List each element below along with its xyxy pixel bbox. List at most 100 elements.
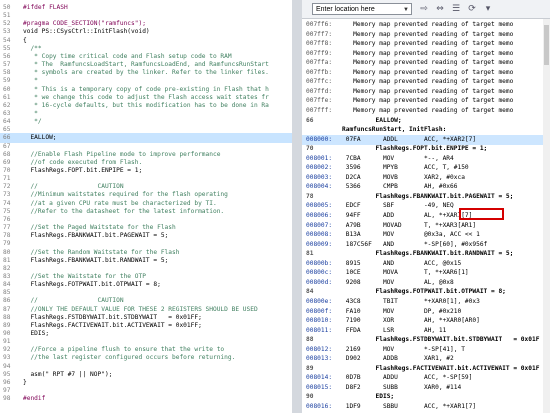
address: 78: [306, 192, 314, 200]
disassembly-line[interactable]: 008013: D902 ADDB XAR1, #2: [302, 354, 550, 364]
disassembly-line[interactable]: 007ff6: Memory map prevented reading of …: [302, 20, 550, 30]
code-text: //Enable Flash Pipeline mode to improve …: [23, 150, 221, 158]
address: 007ff8:: [306, 40, 333, 48]
highlight-box: [459, 208, 504, 220]
code-text: FlashRegs.FACTIVEWAIT.bit.ACTIVEWAIT = 0…: [23, 321, 202, 329]
instruction-text: EDIS;: [342, 393, 395, 401]
source-line[interactable]: 81 FlashRegs.FBANKWAIT.bit.RANDWAIT = 5;: [302, 249, 550, 259]
disassembly-line[interactable]: 008008: B13A MOV @0x3a, ACC << 1: [302, 230, 550, 240]
disassembly-line[interactable]: 008015: D8F2 SUBB XAR0, #114: [302, 383, 550, 393]
go-to-location-icon[interactable]: ⇨: [418, 3, 430, 15]
instruction-text: 7190 XOR AH, *+XAR0[AR0]: [342, 317, 480, 325]
source-editor[interactable]: 50 #ifdef FLASH 51 52 #pragma CODE_SECTION("…: [0, 0, 293, 413]
address: 007ffa:: [306, 59, 333, 67]
code-text: * symbols are created by the linker. Ref…: [23, 69, 269, 77]
address: 008016:: [306, 403, 333, 410]
pane-divider[interactable]: [292, 0, 302, 413]
source-line[interactable]: 88 FlashRegs.FSTDBYWAIT.bit.STDBYWAIT = …: [302, 335, 550, 345]
disassembly-line[interactable]: 00800d: 9208 MOV AL, @0x8: [302, 278, 550, 288]
address: 00800e:: [306, 297, 333, 305]
function-label[interactable]: RamfuncsRunStart, InitFlash:: [302, 125, 550, 135]
disassembly-line[interactable]: 008006: 94FF ADD AL, *+XAR7[7]: [302, 211, 550, 221]
address: 008010:: [306, 317, 333, 325]
address: 008007:: [306, 221, 333, 229]
instruction-text: Memory map prevented reading of target m…: [342, 68, 514, 76]
address: 008002:: [306, 164, 333, 172]
disassembly-line[interactable]: 008014: 0D7B ADDU ACC, *-SP[59]: [302, 373, 550, 383]
code-text: {: [23, 36, 27, 44]
address: 008013:: [306, 355, 333, 363]
source-line[interactable]: 66 EALLOW;: [302, 116, 550, 126]
instruction-text: A79B MOVAD T, *+XAR3[AR1]: [342, 221, 477, 229]
instruction-text: 10CE MOVA T, *+XAR6[1]: [342, 269, 469, 277]
disassembly-line[interactable]: 008003: D2CA MOVB XAR2, #0xca: [302, 173, 550, 183]
disassembly-line[interactable]: 007ffc: Memory map prevented reading of …: [302, 77, 550, 87]
disassembly-line[interactable]: 008002: 3596 MPYB ACC, T, #150: [302, 163, 550, 173]
disassembly-line[interactable]: 008012: 2169 MOV *-SP[41], T: [302, 345, 550, 355]
disassembly-line[interactable]: 007ffb: Memory map prevented reading of …: [302, 68, 550, 78]
address: 00800c:: [306, 269, 333, 277]
address: 008000:: [306, 135, 333, 143]
source-line[interactable]: 84 FlashRegs.FOTPWAIT.bit.OTPWAIT = 8;: [302, 287, 550, 297]
code-text: FlashRegs.FOPT.bit.ENPIPE = 1;: [23, 167, 143, 174]
address: 007ff9:: [306, 49, 333, 57]
vertical-scrollbar[interactable]: [543, 19, 550, 413]
disassembly-line[interactable]: 008016: 1DF9 SBBU ACC, *+XAR1[7]: [302, 402, 550, 412]
address: 008015:: [306, 383, 333, 391]
instruction-text: 94FF ADD AL, *+XAR7[7]: [342, 212, 473, 219]
disassembly-line[interactable]: 007ff8: Memory map prevented reading of …: [302, 39, 550, 49]
disassembly-line[interactable]: 007ff7: Memory map prevented reading of …: [302, 30, 550, 40]
instruction-text: 43C8 TBIT *+XAR0[1], #0x3: [342, 297, 480, 305]
address: 00800f:: [306, 307, 333, 315]
code-text: void PS::CSysCtrl::InitFlash(void): [23, 28, 150, 36]
source-line[interactable]: 70 FlashRegs.FOPT.bit.ENPIPE = 1;: [302, 144, 550, 154]
address: 90: [306, 393, 314, 401]
instruction-text: RamfuncsRunStart, InitFlash:: [342, 126, 447, 134]
disassembly-line[interactable]: 007ffe: Memory map prevented reading of …: [302, 96, 550, 106]
instruction-text: FlashRegs.FACTIVEWAIT.bit.ACTIVEWAIT = 0…: [342, 364, 540, 372]
disassembly-line[interactable]: 00800f: FA10 MOV DP, #0x210: [302, 307, 550, 317]
code-text: #endif: [23, 395, 46, 403]
disassembly-line[interactable]: 008001: 7CBA MOV *--, AR4: [302, 154, 550, 164]
code-text: FlashRegs.FOTPWAIT.bit.OTPWAIT = 8;: [23, 281, 161, 289]
link-icon[interactable]: ⇔: [434, 3, 446, 15]
disassembly-line[interactable]: 008011: FFDA LSR AH, 11: [302, 326, 550, 336]
disassembly-line[interactable]: 008010: 7190 XOR AH, *+XAR0[AR0]: [302, 316, 550, 326]
disassembly-line[interactable]: 00800c: 10CE MOVA T, *+XAR6[1]: [302, 268, 550, 278]
instruction-text: FlashRegs.FBANKWAIT.bit.RANDWAIT = 5;: [342, 250, 514, 258]
disassembly-line[interactable]: 008004: 5366 CMPB AH, #0x66: [302, 182, 550, 192]
disassembly-line[interactable]: 00800b: 8915 AND ACC, @0x15: [302, 259, 550, 269]
disassembly-line[interactable]: 008009: 187C56F AND *-SP[60], #0x956f: [302, 240, 550, 250]
menu-icon[interactable]: ▾: [482, 3, 494, 15]
disassembly-line[interactable]: 007fff: Memory map prevented reading of …: [302, 106, 550, 116]
instruction-text: 8915 AND ACC, @0x15: [342, 259, 462, 267]
address: 88: [306, 336, 314, 344]
disassembly-line[interactable]: 00800e: 43C8 TBIT *+XAR0[1], #0x3: [302, 297, 550, 307]
editor-line[interactable]: 98 #endif: [0, 394, 292, 404]
address: 008004:: [306, 183, 333, 191]
disassembly-line[interactable]: 007ffa: Memory map prevented reading of …: [302, 58, 550, 68]
address: 008012:: [306, 345, 333, 353]
scrollbar-thumb[interactable]: [544, 25, 549, 65]
code-text: *: [23, 77, 38, 85]
location-input[interactable]: Enter location here ▼: [312, 3, 412, 15]
disassembly-line[interactable]: 007ffd: Memory map prevented reading of …: [302, 87, 550, 97]
disassembly-view[interactable]: Enter location here ▼ ⇨ ⇔ ☰ ⟳ ▾ 007ff6: …: [302, 0, 550, 413]
code-text: * Copy time critical code and Flash setu…: [23, 52, 232, 60]
code-text: //Set the Random Waitstate for the Flash: [23, 248, 180, 256]
disassembly-line[interactable]: 008000: 07FA ADDL ACC, *+XAR2[7]: [302, 134, 550, 145]
refresh-icon[interactable]: ⟳: [466, 3, 478, 15]
show-source-icon[interactable]: ☰: [450, 3, 462, 15]
code-text: EDIS;: [23, 330, 50, 337]
disassembly-line[interactable]: 007ff9: Memory map prevented reading of …: [302, 49, 550, 59]
source-line[interactable]: 90 EDIS;: [302, 392, 550, 402]
source-line[interactable]: 89 FlashRegs.FACTIVEWAIT.bit.ACTIVEWAIT …: [302, 364, 550, 374]
instruction-text: EALLOW;: [342, 116, 402, 124]
chevron-down-icon[interactable]: ▼: [403, 4, 409, 16]
address: 70: [306, 145, 314, 153]
disassembly-line[interactable]: 008007: A79B MOVAD T, *+XAR3[AR1]: [302, 221, 550, 231]
code-text: //Refer to the datasheet for the latest …: [23, 207, 225, 215]
source-line[interactable]: 78 FlashRegs.FBANKWAIT.bit.PAGEWAIT = 5;: [302, 192, 550, 202]
instruction-text: Memory map prevented reading of target m…: [342, 87, 514, 95]
disassembly-line[interactable]: 008005: EDCF SBF -49, NEQ: [302, 201, 550, 211]
